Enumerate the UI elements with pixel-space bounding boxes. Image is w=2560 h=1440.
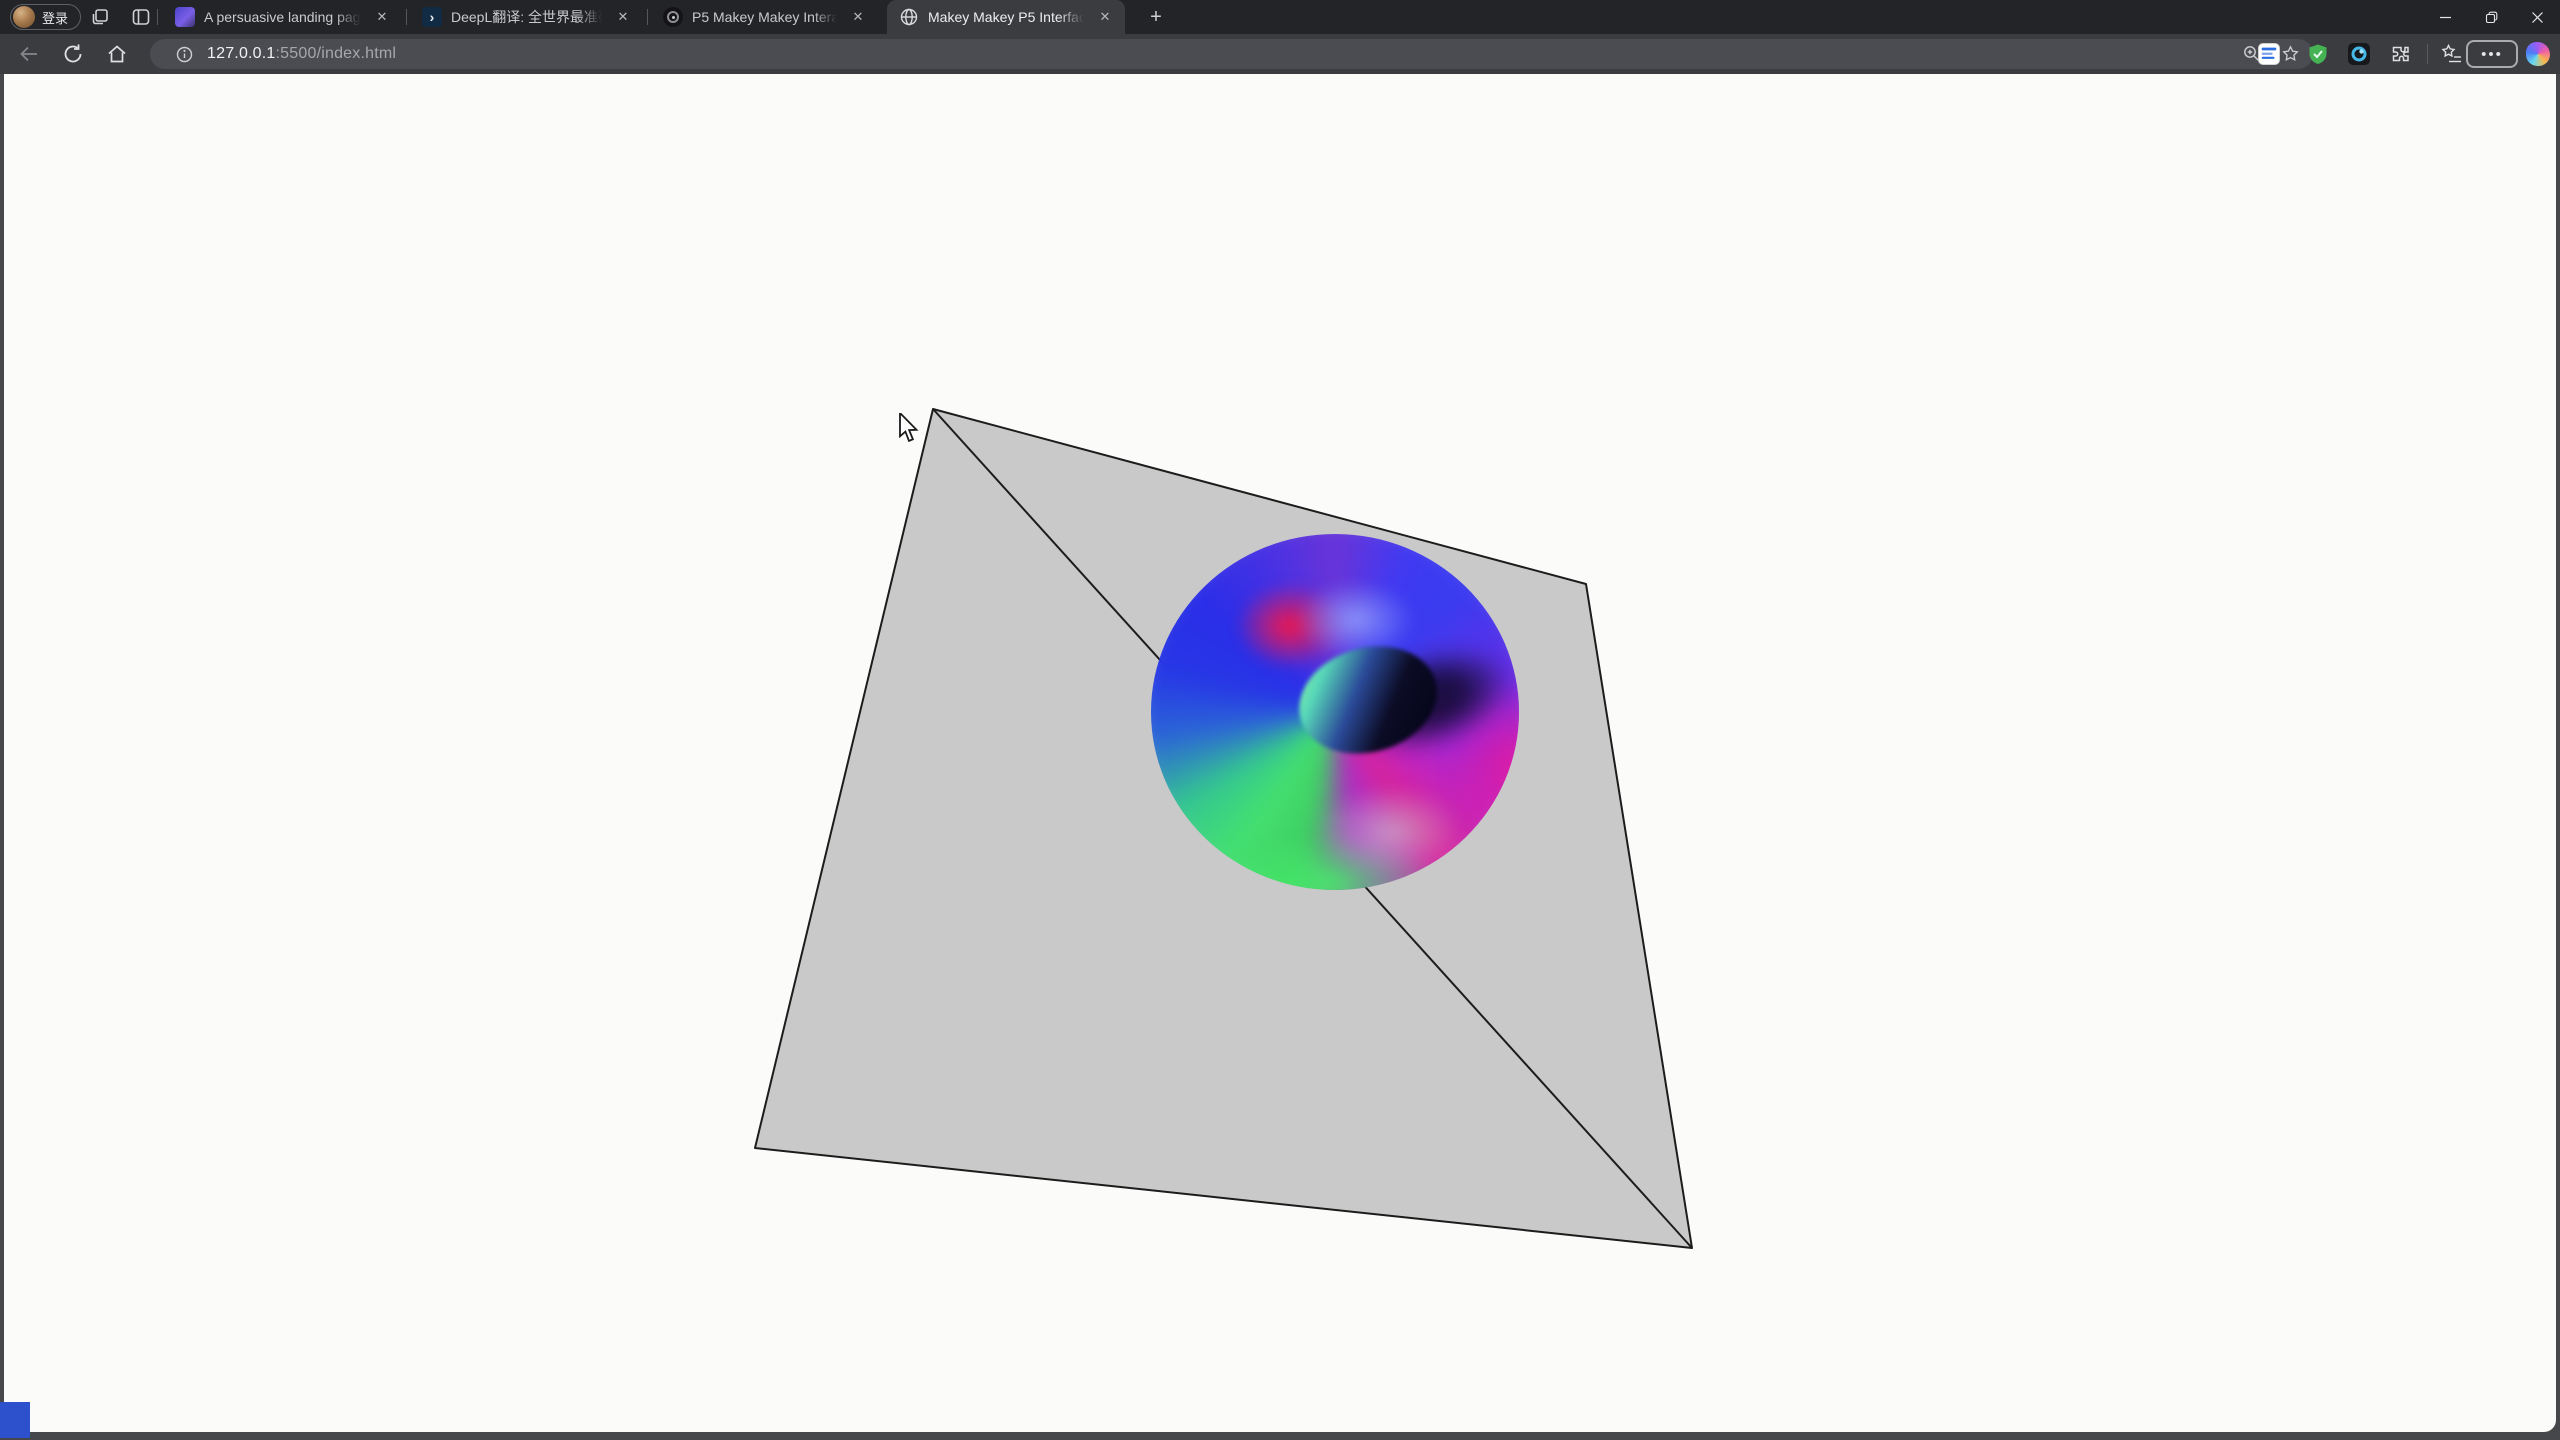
address-bar[interactable]: 127.0.0.1:5500/index.html xyxy=(150,39,2313,69)
tab-title: P5 Makey Makey Interaction xyxy=(692,9,840,25)
favorite-star-icon[interactable] xyxy=(2282,45,2299,62)
tab-close-icon[interactable]: ✕ xyxy=(613,7,633,27)
tab-p5-makey[interactable]: P5 Makey Makey Interaction ✕ xyxy=(651,0,878,34)
landing-page-favicon xyxy=(175,7,195,27)
url-host: 127.0.0.1 xyxy=(207,45,276,62)
tab-actions-icon[interactable] xyxy=(131,7,151,27)
toolbar: 127.0.0.1:5500/index.html xyxy=(0,34,2560,74)
mouse-cursor xyxy=(898,413,920,443)
extension-shield-icon[interactable] xyxy=(2307,43,2329,65)
page-viewport xyxy=(4,74,2556,1432)
avatar xyxy=(13,6,35,28)
tab-landing-page[interactable]: A persuasive landing page-演示文 ✕ xyxy=(163,0,402,34)
tab-divider xyxy=(157,9,158,25)
extensions-puzzle-icon[interactable] xyxy=(2391,43,2413,65)
tab-title: Makey Makey P5 Interface xyxy=(928,9,1087,25)
torus-pale-green-sheen xyxy=(1315,785,1465,880)
torus-3d-object xyxy=(1151,534,1519,890)
profile-label: 登录 xyxy=(42,8,68,27)
url-path: :5500/index.html xyxy=(276,45,397,62)
tab-divider xyxy=(647,9,648,25)
back-icon[interactable] xyxy=(18,43,40,65)
home-icon[interactable] xyxy=(106,43,128,65)
tab-title: DeepL翻译: 全世界最准确的翻译 xyxy=(451,7,605,27)
url-text: 127.0.0.1:5500/index.html xyxy=(207,45,396,63)
tab-title: A persuasive landing page-演示文 xyxy=(204,7,364,27)
new-tab-button[interactable]: + xyxy=(1142,3,1170,31)
refresh-icon[interactable] xyxy=(62,43,84,65)
settings-menu-button[interactable]: ••• xyxy=(2466,40,2518,68)
copilot-icon[interactable] xyxy=(2526,42,2550,66)
tab-close-icon[interactable]: ✕ xyxy=(372,7,392,27)
workspaces-icon[interactable] xyxy=(90,7,110,27)
close-window-button[interactable] xyxy=(2514,0,2560,34)
tab-divider xyxy=(406,9,407,25)
profile-button[interactable]: 登录 xyxy=(10,4,81,30)
toolbar-divider xyxy=(2427,44,2428,64)
taskbar-fragment xyxy=(0,1402,30,1438)
deepl-favicon: › xyxy=(422,7,442,27)
extension-dark-app-icon[interactable] xyxy=(2348,43,2370,65)
restore-button[interactable] xyxy=(2468,0,2514,34)
site-info-icon[interactable] xyxy=(176,46,193,63)
tab-close-icon[interactable]: ✕ xyxy=(1095,7,1115,27)
tab-strip: 登录 A persuasive landing page-演示文 ✕ › Dee… xyxy=(0,0,2560,34)
tab-close-icon[interactable]: ✕ xyxy=(848,7,868,27)
extension-editor-icon[interactable] xyxy=(2258,43,2280,65)
p5-favicon xyxy=(663,7,683,27)
window-controls xyxy=(2422,0,2560,34)
tab-deepl[interactable]: › DeepL翻译: 全世界最准确的翻译 ✕ xyxy=(410,0,643,34)
minimize-button[interactable] xyxy=(2422,0,2468,34)
globe-icon xyxy=(899,7,919,27)
tab-makey-p5-active[interactable]: Makey Makey P5 Interface ✕ xyxy=(887,0,1125,34)
favorites-hub-icon[interactable] xyxy=(2441,43,2463,65)
